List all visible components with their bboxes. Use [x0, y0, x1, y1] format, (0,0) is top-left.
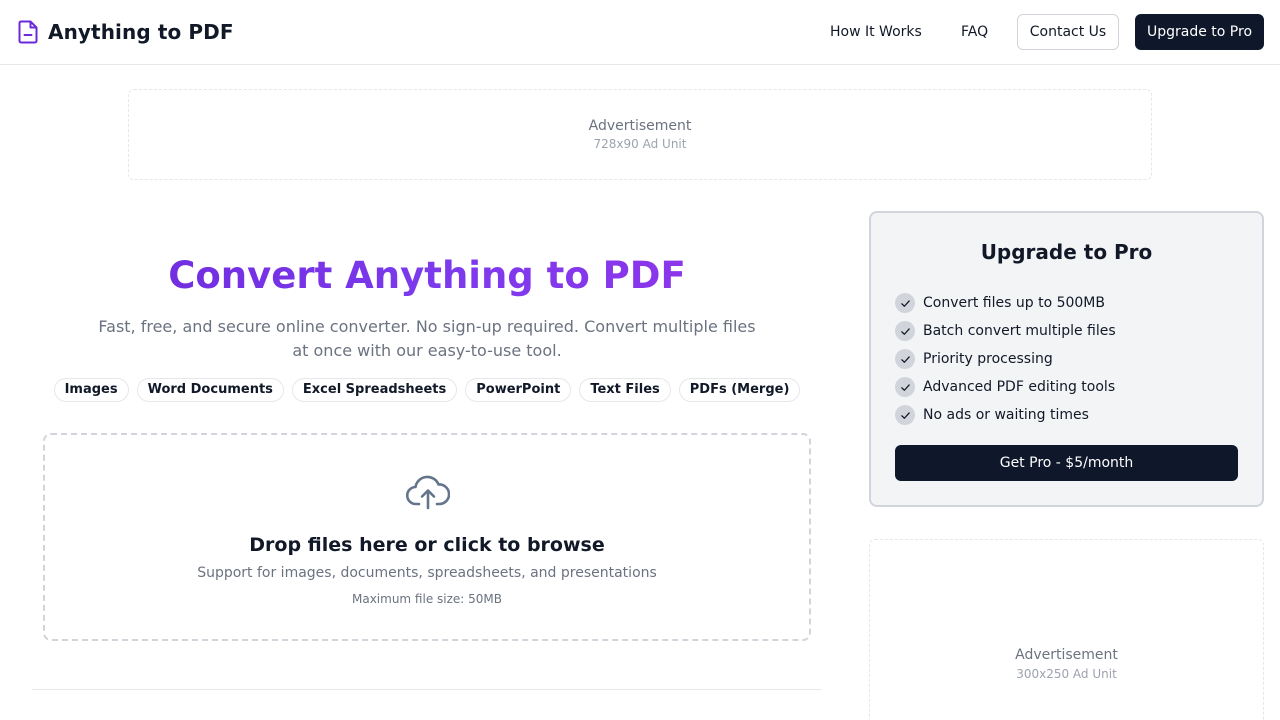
- section-divider: [32, 689, 821, 690]
- cloud-upload-icon: [406, 475, 450, 510]
- format-chip-text: Text Files: [579, 378, 671, 402]
- pro-card-title: Upgrade to Pro: [980, 240, 1153, 264]
- pro-feature-label: No ads or waiting times: [923, 407, 1089, 423]
- upgrade-to-pro-button[interactable]: Upgrade to Pro: [1135, 14, 1264, 50]
- pro-feature-list: Convert files up to 500MB Batch convert …: [895, 289, 1116, 429]
- pro-feature-label: Convert files up to 500MB: [923, 295, 1105, 311]
- ad-size-label: 728x90 Ad Unit: [593, 137, 687, 151]
- ad-label: Advertisement: [1015, 647, 1118, 663]
- dropzone-subtitle: Support for images, documents, spreadshe…: [197, 565, 657, 581]
- get-pro-button[interactable]: Get Pro - $5/month: [895, 445, 1238, 481]
- pro-feature-label: Batch convert multiple files: [923, 323, 1116, 339]
- page-title: Convert Anything to PDF: [43, 254, 811, 297]
- check-icon: [895, 349, 915, 369]
- contact-us-button[interactable]: Contact Us: [1017, 14, 1119, 50]
- format-chip-images: Images: [53, 378, 129, 402]
- pro-feature-label: Advanced PDF editing tools: [923, 379, 1116, 395]
- document-icon: [18, 20, 38, 44]
- pro-feature-label: Priority processing: [923, 351, 1053, 367]
- pro-feature-item: Advanced PDF editing tools: [895, 373, 1116, 401]
- dropzone-max-size: Maximum file size: 50MB: [351, 592, 502, 606]
- pro-feature-item: Priority processing: [895, 345, 1116, 373]
- dropzone-title: Drop files here or click to browse: [249, 534, 605, 556]
- format-chip-excel: Excel Spreadsheets: [291, 378, 458, 402]
- pro-feature-item: Convert files up to 500MB: [895, 289, 1116, 317]
- site-header: Anything to PDF How It Works FAQ Contact…: [0, 0, 1280, 65]
- ad-size-label: 300x250 Ad Unit: [1016, 667, 1117, 681]
- format-chip-powerpoint: PowerPoint: [465, 378, 572, 402]
- ad-sidebar[interactable]: Advertisement 300x250 Ad Unit: [869, 539, 1264, 720]
- check-icon: [895, 321, 915, 341]
- page-subtitle: Fast, free, and secure online converter.…: [98, 317, 756, 360]
- format-chip-pdf-merge: PDFs (Merge): [678, 378, 801, 402]
- check-icon: [895, 293, 915, 313]
- ad-label: Advertisement: [588, 118, 692, 134]
- nav-faq[interactable]: FAQ: [961, 14, 988, 50]
- format-chip-word: Word Documents: [136, 378, 284, 402]
- check-icon: [895, 405, 915, 425]
- format-chips: Images Word Documents Excel Spreadsheets…: [43, 378, 811, 402]
- brand[interactable]: Anything to PDF: [18, 20, 234, 44]
- check-icon: [895, 377, 915, 397]
- pro-upgrade-card: Upgrade to Pro Convert files up to 500MB…: [869, 211, 1264, 507]
- pro-feature-item: No ads or waiting times: [895, 401, 1116, 429]
- brand-title: Anything to PDF: [48, 20, 234, 44]
- file-dropzone[interactable]: Drop files here or click to browse Suppo…: [43, 433, 811, 641]
- ad-banner-top[interactable]: Advertisement 728x90 Ad Unit: [128, 89, 1152, 180]
- pro-feature-item: Batch convert multiple files: [895, 317, 1116, 345]
- nav-how-it-works[interactable]: How It Works: [830, 14, 922, 50]
